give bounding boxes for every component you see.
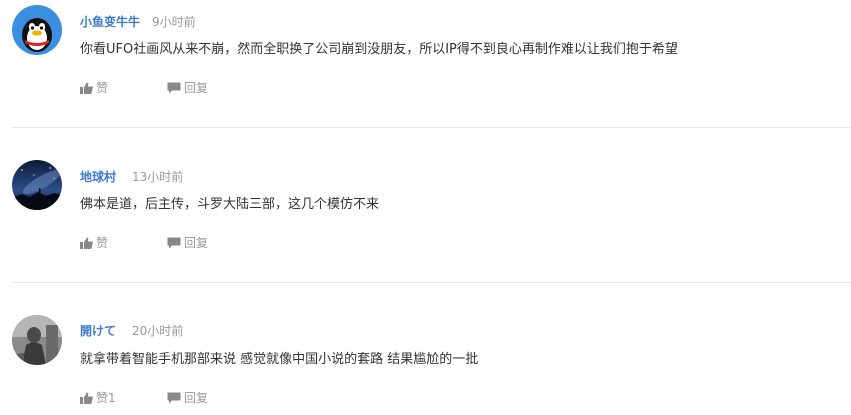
thumbs-up-icon [80,82,93,94]
username[interactable]: 地球村 [80,170,116,184]
like-label: 赞 [96,236,109,250]
divider [12,282,851,283]
comment-bubble-icon [167,392,181,404]
divider [12,127,851,128]
night-sky-avatar [12,160,62,210]
comment-text: 就拿带着智能手机那部来说 感觉就像中国小说的套路 结果尴尬的一批 [80,352,479,367]
username[interactable]: 小鱼变牛牛 [80,15,140,29]
comment-actions: 赞1 回复 [80,390,208,406]
reply-label: 回复 [184,81,209,95]
comment-actions: 赞 回复 [80,235,208,251]
thumbs-up-icon [80,392,93,404]
comment-actions: 赞 回复 [80,80,208,96]
comment-text: 你看UFO社画风从来不崩，然而全职换了公司崩到没朋友，所以IP得不到良心再制作难… [80,42,678,57]
avatar[interactable] [12,315,62,365]
comment-bubble-icon [167,237,181,249]
avatar[interactable] [12,160,62,210]
reply-button[interactable]: 回复 [167,80,208,96]
comment-text: 佛本是道，后主传，斗罗大陆三部，这几个模仿不来 [80,197,380,212]
comment-meta: 開けて 20小时前 [80,323,183,339]
like-button[interactable]: 赞 [80,80,108,96]
thumbs-up-icon [80,237,93,249]
comment-meta: 地球村 13小时前 [80,169,183,185]
timestamp: 9小时前 [152,15,196,29]
comment-bubble-icon [167,82,181,94]
timestamp: 13小时前 [132,170,184,184]
qq-penguin-avatar [12,5,62,55]
timestamp: 20小时前 [132,324,184,338]
grayscale-photo-avatar [12,315,62,365]
like-button[interactable]: 赞 [80,235,108,251]
reply-label: 回复 [184,391,209,405]
reply-button[interactable]: 回复 [167,235,208,251]
like-label: 赞 [96,81,109,95]
reply-button[interactable]: 回复 [167,390,208,406]
reply-label: 回复 [184,236,209,250]
avatar[interactable] [12,5,62,55]
like-label: 赞1 [96,391,116,405]
comment-meta: 小鱼变牛牛 9小时前 [80,14,196,30]
like-button[interactable]: 赞1 [80,390,116,406]
username[interactable]: 開けて [80,324,116,338]
